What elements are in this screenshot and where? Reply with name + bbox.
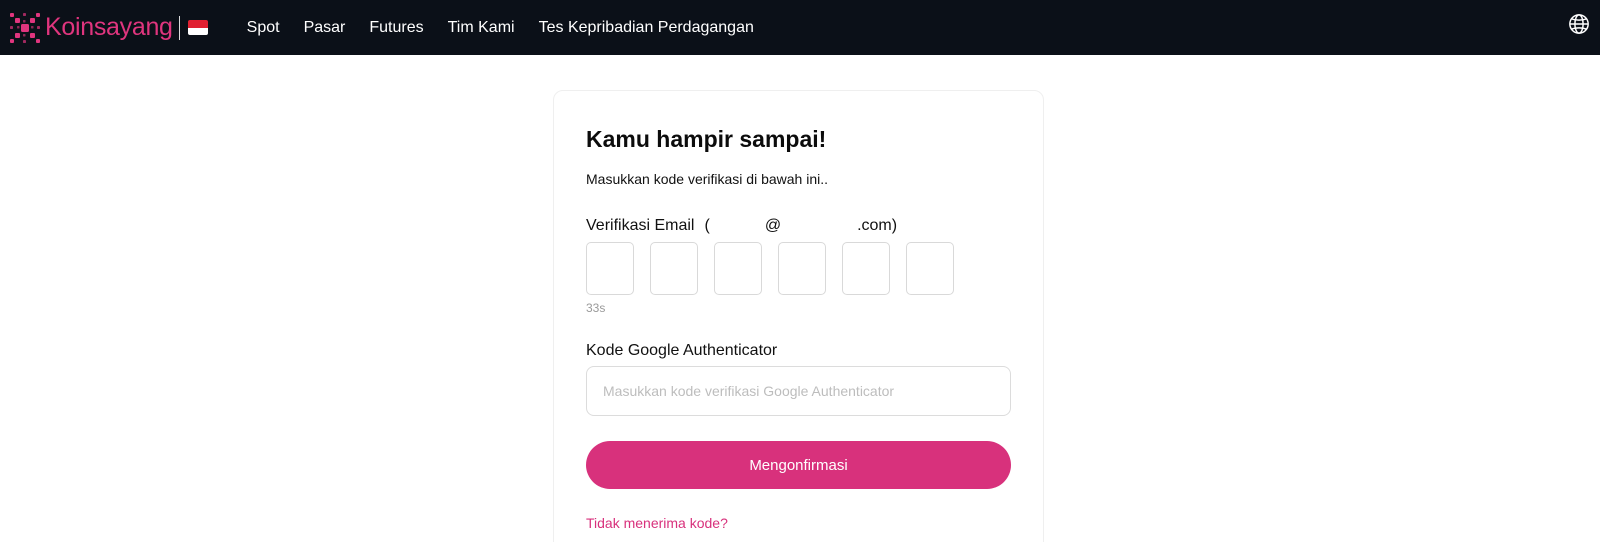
resend-code-link[interactable]: Tidak menerima kode? <box>586 515 728 531</box>
nav-item-futures[interactable]: Futures <box>369 19 423 37</box>
otp-digit-2[interactable] <box>650 242 698 295</box>
nav-item-tes-kepribadian[interactable]: Tes Kepribadian Perdagangan <box>539 19 754 37</box>
brand-divider <box>178 15 180 40</box>
nav-item-pasar[interactable]: Pasar <box>304 19 346 37</box>
brand[interactable]: Koinsayang <box>7 0 208 55</box>
top-navigation-bar: Koinsayang Spot Pasar Futures Tim Kami T… <box>0 0 1600 55</box>
google-auth-label: Kode Google Authenticator <box>586 342 778 359</box>
email-verification-text: Verifikasi Email <box>586 217 695 234</box>
indonesia-flag-icon[interactable] <box>187 20 208 35</box>
page-title: Kamu hampir sampai! <box>586 126 827 152</box>
brand-name: Koinsayang <box>45 13 173 41</box>
globe-icon[interactable] <box>1568 13 1590 35</box>
email-otp-inputs <box>586 242 970 295</box>
google-auth-input[interactable] <box>586 366 1011 416</box>
main-nav: Spot Pasar Futures Tim Kami Tes Kepribad… <box>247 19 778 37</box>
otp-digit-1[interactable] <box>586 242 634 295</box>
confirm-button[interactable]: Mengonfirmasi <box>586 441 1011 489</box>
nav-item-tim-kami[interactable]: Tim Kami <box>448 19 515 37</box>
email-domain-suffix: .com) <box>857 217 898 234</box>
email-at-sign: @ <box>764 217 782 234</box>
email-verification-label: Verifikasi Email ( @ .com) <box>586 217 897 235</box>
koinsayang-logo-icon <box>10 12 40 43</box>
email-paren-open: ( <box>704 217 710 234</box>
resend-countdown: 33s <box>586 301 606 315</box>
page-subtitle: Masukkan kode verifikasi di bawah ini.. <box>586 171 829 187</box>
otp-digit-5[interactable] <box>842 242 890 295</box>
otp-digit-4[interactable] <box>778 242 826 295</box>
otp-digit-6[interactable] <box>906 242 954 295</box>
otp-digit-3[interactable] <box>714 242 762 295</box>
nav-item-spot[interactable]: Spot <box>247 19 280 37</box>
